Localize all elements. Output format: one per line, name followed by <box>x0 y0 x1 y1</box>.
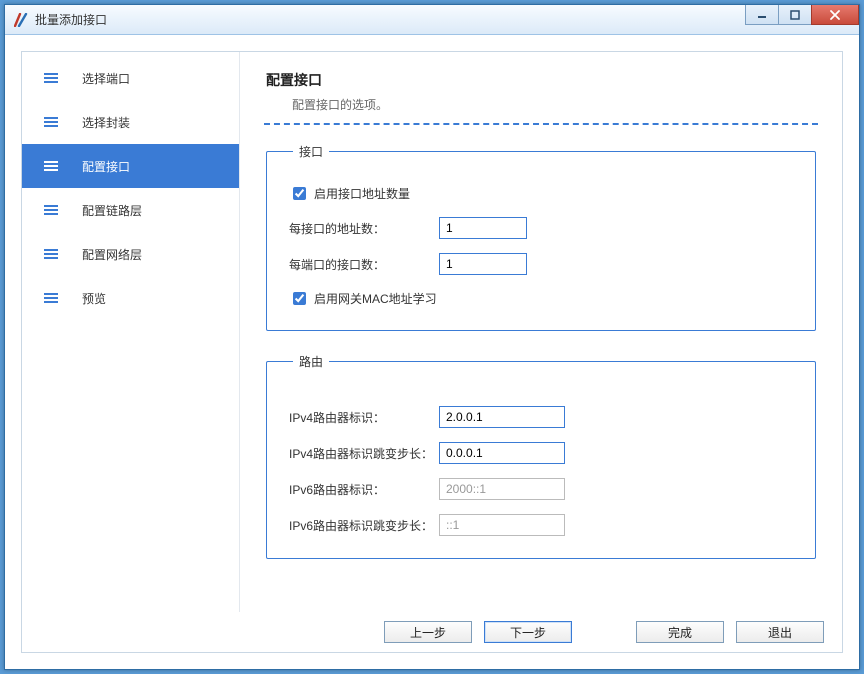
hamburger-icon <box>44 205 58 215</box>
sidebar-item-config-interface[interactable]: 配置接口 <box>22 144 239 188</box>
app-icon <box>13 12 29 28</box>
hamburger-icon <box>44 161 58 171</box>
ipv6-id-label: IPv6路由器标识： <box>289 481 439 498</box>
finish-button[interactable]: 完成 <box>636 621 724 643</box>
ipv6-id-input <box>439 478 565 500</box>
ipv6-step-label: IPv6路由器标识跳变步长： <box>289 517 439 534</box>
inner-panel: 选择端口 选择封装 配置接口 配置链路层 <box>21 51 843 653</box>
addr-per-if-input[interactable] <box>439 217 527 239</box>
ipv6-step-input <box>439 514 565 536</box>
enable-mac-learn-label: 启用网关MAC地址学习 <box>314 290 437 307</box>
if-per-port-label: 每端口的接口数： <box>289 256 439 273</box>
sidebar-item-label: 配置网络层 <box>82 246 142 263</box>
page-title: 配置接口 <box>266 70 818 90</box>
group-route-legend: 路由 <box>293 353 329 370</box>
enable-addr-count-label: 启用接口地址数量 <box>314 185 410 202</box>
ipv4-step-label: IPv4路由器标识跳变步长： <box>289 445 439 462</box>
close-button[interactable] <box>811 5 859 25</box>
sidebar-item-label: 配置链路层 <box>82 202 142 219</box>
group-route: 路由 IPv4路由器标识： IPv4路由器标识跳变步长： IPv6路由器标识： <box>266 353 816 559</box>
body-area: 选择端口 选择封装 配置接口 配置链路层 <box>22 52 842 612</box>
page-desc: 配置接口的选项。 <box>292 96 818 113</box>
hamburger-icon <box>44 117 58 127</box>
sidebar-item-label: 选择端口 <box>82 70 130 87</box>
sidebar-item-select-encap[interactable]: 选择封装 <box>22 100 239 144</box>
main-panel: 配置接口 配置接口的选项。 接口 启用接口地址数量 每接口的地址数： <box>240 52 842 612</box>
sidebar-item-label: 预览 <box>82 290 106 307</box>
ipv4-step-input[interactable] <box>439 442 565 464</box>
sidebar-item-config-link[interactable]: 配置链路层 <box>22 188 239 232</box>
if-per-port-input[interactable] <box>439 253 527 275</box>
window-controls <box>746 5 859 25</box>
separator <box>264 123 818 125</box>
app-window: 批量添加接口 选择端口 <box>4 4 860 670</box>
exit-button[interactable]: 退出 <box>736 621 824 643</box>
content-frame: 选择端口 选择封装 配置接口 配置链路层 <box>5 35 859 669</box>
ipv4-id-input[interactable] <box>439 406 565 428</box>
maximize-button[interactable] <box>778 5 812 25</box>
sidebar-item-label: 配置接口 <box>82 158 130 175</box>
group-interface-legend: 接口 <box>293 143 329 160</box>
group-interface: 接口 启用接口地址数量 每接口的地址数： 每端口的接口数： <box>266 143 816 331</box>
next-button[interactable]: 下一步 <box>484 621 572 643</box>
wizard-footer: 上一步 下一步 完成 退出 <box>22 612 842 652</box>
minimize-button[interactable] <box>745 5 779 25</box>
titlebar[interactable]: 批量添加接口 <box>5 5 859 35</box>
enable-addr-count-checkbox[interactable] <box>293 187 306 200</box>
sidebar-item-config-network[interactable]: 配置网络层 <box>22 232 239 276</box>
sidebar-item-label: 选择封装 <box>82 114 130 131</box>
sidebar-item-select-port[interactable]: 选择端口 <box>22 56 239 100</box>
enable-mac-learn-checkbox[interactable] <box>293 292 306 305</box>
wizard-sidebar: 选择端口 选择封装 配置接口 配置链路层 <box>22 52 240 612</box>
ipv4-id-label: IPv4路由器标识： <box>289 409 439 426</box>
hamburger-icon <box>44 293 58 303</box>
addr-per-if-label: 每接口的地址数： <box>289 220 439 237</box>
prev-button[interactable]: 上一步 <box>384 621 472 643</box>
hamburger-icon <box>44 249 58 259</box>
window-title: 批量添加接口 <box>35 11 107 28</box>
sidebar-item-preview[interactable]: 预览 <box>22 276 239 320</box>
hamburger-icon <box>44 73 58 83</box>
